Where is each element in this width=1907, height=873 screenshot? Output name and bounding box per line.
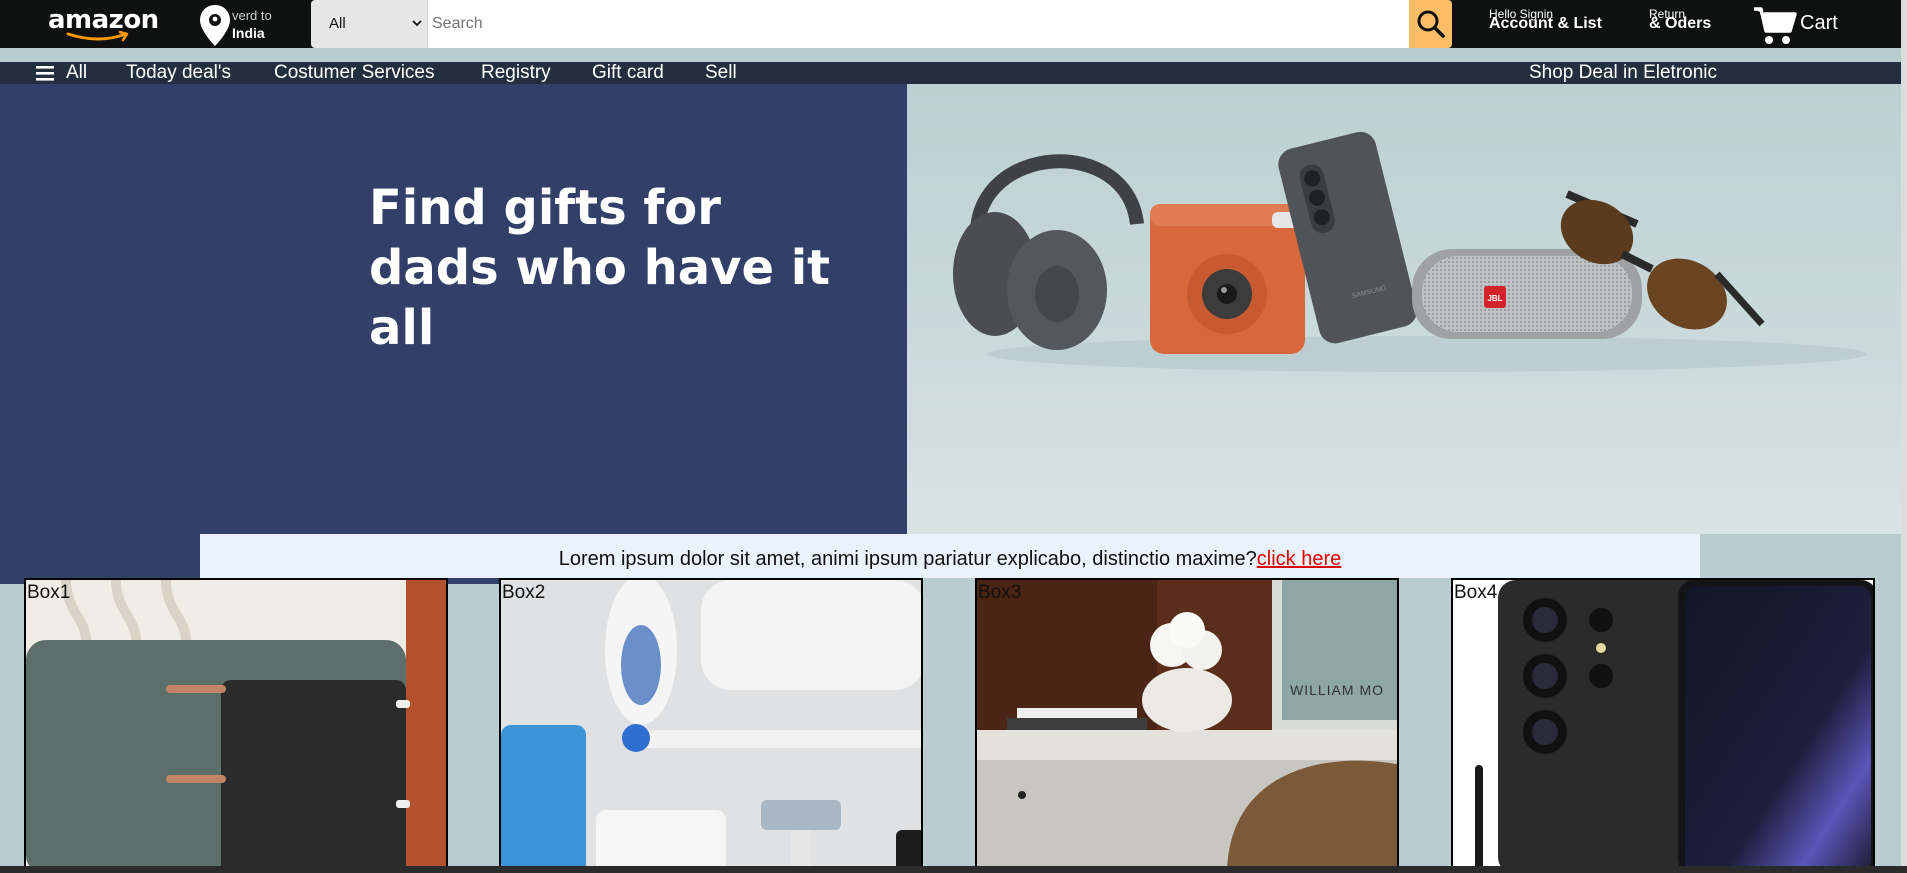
deliver-country: India bbox=[232, 25, 265, 41]
box-label: Box2 bbox=[502, 582, 546, 603]
product-box-1[interactable]: Box1 bbox=[24, 578, 448, 873]
headphones-image bbox=[953, 154, 1144, 350]
info-banner-text: Lorem ipsum dolor sit amet, animi ipsum … bbox=[558, 548, 1257, 570]
search-icon bbox=[1417, 10, 1445, 38]
info-banner: Lorem ipsum dolor sit amet, animi ipsum … bbox=[200, 534, 1700, 578]
location-pin-icon bbox=[200, 5, 230, 46]
hero-title: Find gifts for dads who have it all bbox=[369, 178, 889, 358]
hamburger-menu-icon[interactable] bbox=[36, 65, 54, 81]
home-decor-image: WILLIAM MO bbox=[977, 580, 1397, 871]
sub-navbar: All Today deal's Costumer Services Regis… bbox=[0, 62, 1907, 84]
box-label: Box4 bbox=[1454, 582, 1498, 603]
subnav-all[interactable]: All bbox=[66, 62, 87, 84]
logo-smile-icon bbox=[66, 31, 129, 42]
product-box-4[interactable]: Box4 bbox=[1451, 578, 1875, 873]
jbl-badge-text: JBL bbox=[1487, 294, 1502, 303]
toiletries-image bbox=[501, 580, 921, 871]
hero-banner-left: Find gifts for dads who have it all bbox=[0, 84, 907, 584]
product-box-3[interactable]: Box3 WILLIAM MO bbox=[975, 578, 1399, 873]
deliver-to-location[interactable]: verd to India bbox=[198, 4, 288, 46]
search-input[interactable] bbox=[428, 0, 1409, 48]
top-navbar: amazon verd to India All H bbox=[0, 0, 1907, 48]
subnav-today-deals[interactable]: Today deal's bbox=[126, 62, 231, 84]
box-label: Box1 bbox=[27, 582, 71, 603]
shopping-cart-icon bbox=[1754, 7, 1797, 44]
samsung-phone-image bbox=[1453, 580, 1873, 871]
search-bar: All bbox=[311, 0, 1452, 48]
search-category-select[interactable]: All bbox=[311, 0, 428, 48]
cart-label: Cart bbox=[1800, 12, 1838, 34]
instant-camera-image bbox=[1150, 204, 1305, 354]
hero-title-line-1: Find gifts for bbox=[369, 180, 721, 236]
subnav-gift-card[interactable]: Gift card bbox=[592, 62, 664, 84]
hero-product-image[interactable]: SAMSUNG JBL bbox=[907, 84, 1901, 534]
hero-title-line-2: dads who have it all bbox=[369, 240, 831, 356]
gadgets-illustration: SAMSUNG JBL bbox=[953, 131, 1867, 372]
subnav-shop-electronics[interactable]: Shop Deal in Eletronic bbox=[1529, 62, 1717, 84]
wall-art-text: WILLIAM MO bbox=[1290, 682, 1384, 698]
amazon-logo[interactable]: amazon bbox=[48, 5, 159, 43]
search-button[interactable] bbox=[1409, 0, 1452, 48]
chevron-down-icon bbox=[412, 20, 422, 27]
account-label: Account & List bbox=[1489, 15, 1602, 32]
orders-label: & Oders bbox=[1649, 15, 1712, 32]
box-label: Box3 bbox=[978, 582, 1022, 603]
click-here-link[interactable]: click here bbox=[1257, 548, 1341, 570]
deliver-label: verd to bbox=[232, 8, 272, 23]
account-and-lists[interactable]: Hello Signin Account & List bbox=[1489, 8, 1602, 32]
logo-text: amazon bbox=[48, 5, 159, 35]
subnav-customer-services[interactable]: Costumer Services bbox=[274, 62, 435, 84]
search-category-value: All bbox=[329, 15, 346, 32]
wallets-image bbox=[26, 580, 446, 871]
bottom-strip bbox=[0, 866, 1907, 873]
subnav-sell[interactable]: Sell bbox=[705, 62, 737, 84]
returns-and-orders[interactable]: Return & Oders bbox=[1649, 8, 1711, 32]
product-box-2[interactable]: Box2 bbox=[499, 578, 923, 873]
cart-button[interactable]: Cart bbox=[1752, 3, 1838, 47]
vertical-scrollbar[interactable] bbox=[1901, 0, 1907, 873]
subnav-registry[interactable]: Registry bbox=[481, 62, 551, 84]
